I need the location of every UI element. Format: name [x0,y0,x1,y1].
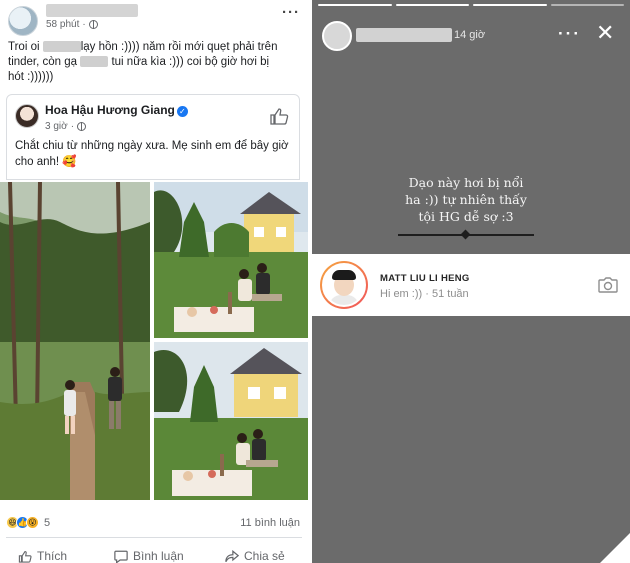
photo-couple-walking[interactable] [0,182,150,500]
diamond-ornament-icon [460,229,471,240]
share-icon [225,549,239,562]
divider [6,537,302,538]
instagram-story-viewer[interactable]: 14 giờ ··· ✕ Dạo này hơi bị nổi ha :)) t… [312,0,630,563]
reaction-summary[interactable]: 😆 👍 😮 5 [6,516,50,529]
photo-couple-picnic-1[interactable] [154,182,308,338]
shared-post-header[interactable]: Hoa Hậu Hương Giang ✓ 3 giờ · Chắt chiu t… [6,94,300,180]
shared-post-text: Chắt chiu từ những ngày xưa. Mẹ sinh em … [15,140,289,168]
poster-name-redacted[interactable] [46,4,138,17]
shared-post-meta: 3 giờ · [45,121,87,132]
verified-badge-icon: ✓ [176,106,188,117]
post-text: Troi oi lạy hồn :)))) năm rồi mới quẹt p… [8,41,278,83]
like-button[interactable]: Thích [18,549,67,563]
message-age: 51 tuần [431,288,469,300]
story-caption: Dạo này hơi bị nổi ha :)) tự nhiên thấy … [405,175,527,224]
story-time: 14 giờ [454,29,486,41]
progress-segment [550,4,624,6]
progress-segment [318,4,392,6]
shared-message-card[interactable]: MATT LIU LI HENG Hi em :)) · 51 tuần [312,254,630,316]
comment-count[interactable]: 11 bình luận [240,517,300,529]
story-author-name-redacted[interactable] [356,28,452,42]
message-sender-name[interactable]: MATT LIU LI HENG [380,273,470,284]
progress-segment [395,4,469,6]
photo-couple-picnic-2[interactable] [154,342,308,500]
wow-reaction-icon: 😮 [26,516,39,529]
close-icon[interactable]: ✕ [596,22,614,44]
camera-icon[interactable] [598,276,618,294]
story-author-avatar[interactable] [322,21,352,51]
message-sender-avatar[interactable] [320,261,368,309]
shared-post-time[interactable]: 3 giờ [45,121,68,132]
share-button[interactable]: Chia sẻ [225,549,285,563]
redacted-name [42,41,81,53]
more-horizontal-icon[interactable]: ··· [558,24,581,44]
comment-button[interactable]: Bình luận [114,549,184,563]
progress-segment [473,4,547,6]
facebook-post: 58 phút · ··· Troi oi lạy hồn :)))) năm … [0,0,308,563]
globe-icon [88,20,98,29]
thumbs-up-icon [18,550,32,563]
author-avatar[interactable] [15,104,39,128]
story-progress-bar [318,4,624,6]
post-meta: 58 phút · [46,19,98,30]
message-preview: Hi em :)) · 51 tuần [380,288,469,300]
more-horizontal-icon[interactable]: ··· [282,4,300,21]
redacted-name [80,56,109,68]
comment-icon [114,550,128,563]
corner-fold [600,533,630,563]
poster-avatar[interactable] [8,6,38,36]
reaction-count[interactable]: 5 [44,517,50,529]
thumbs-up-icon[interactable] [269,107,289,125]
author-name[interactable]: Hoa Hậu Hương Giang ✓ [45,103,188,117]
post-time[interactable]: 58 phút [46,19,79,30]
globe-icon [77,122,87,131]
